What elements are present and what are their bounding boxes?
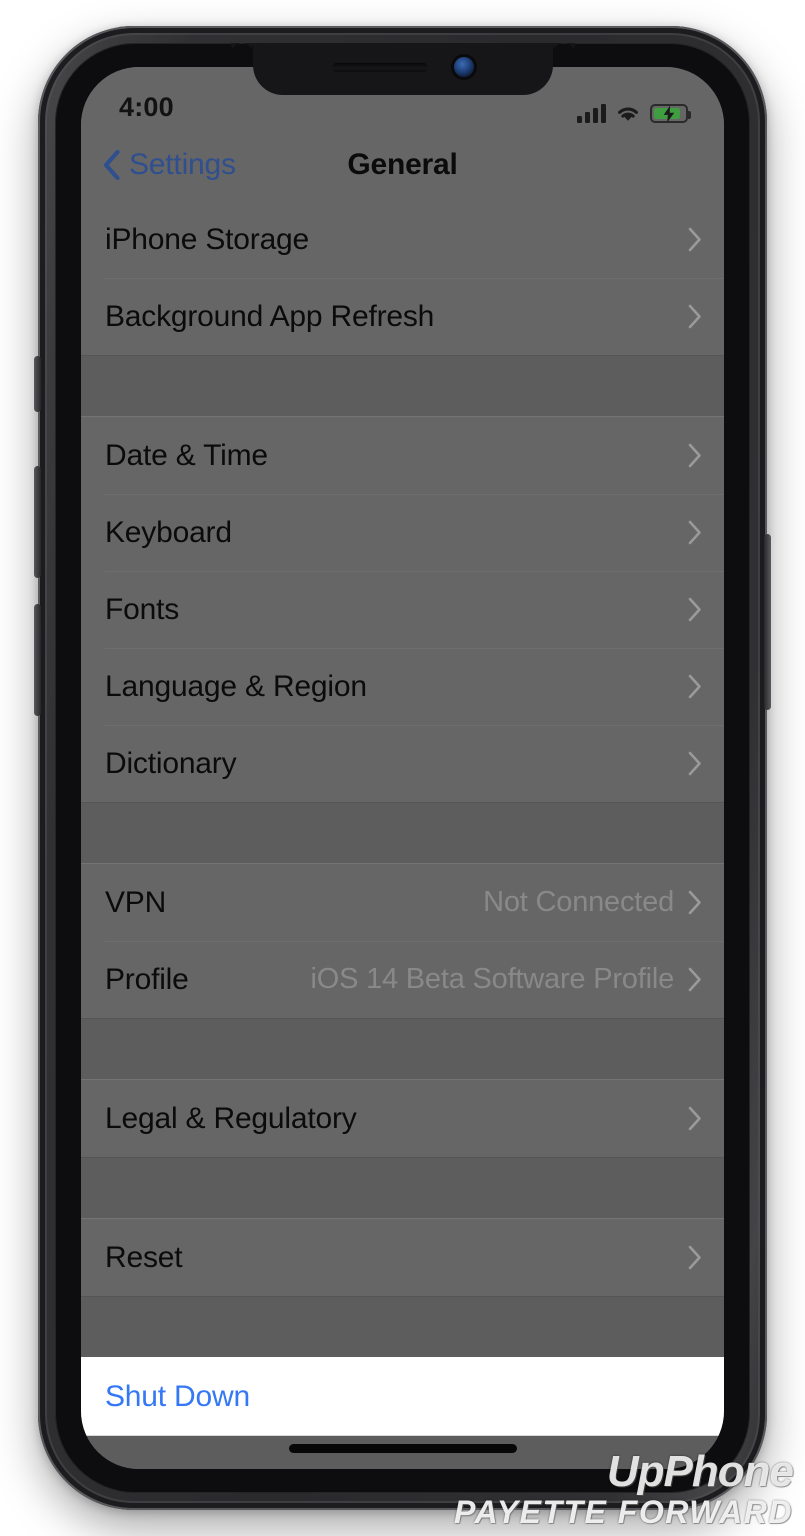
settings-row-label: Language & Region [105, 669, 367, 703]
settings-row-label: Keyboard [105, 515, 232, 549]
chevron-right-icon [688, 967, 702, 992]
chevron-left-icon [103, 150, 120, 180]
settings-group: iPhone Storage Background App Refresh [81, 201, 724, 356]
group-separator [81, 1297, 724, 1357]
settings-group: Legal & Regulatory [81, 1079, 724, 1158]
phone-screen: 4:00 Settings General iPhone Storage Bac… [81, 67, 724, 1469]
settings-row-value: iOS 14 Beta Software Profile [310, 963, 674, 995]
chevron-right-icon [688, 520, 702, 545]
chevron-right-icon [688, 674, 702, 699]
volume-up-button[interactable] [34, 466, 41, 578]
chevron-right-icon [688, 1245, 702, 1270]
settings-list[interactable]: iPhone Storage Background App Refresh Date… [81, 201, 724, 1469]
mute-switch-button[interactable] [34, 356, 41, 412]
volume-down-button[interactable] [34, 604, 41, 716]
device-bezel: 4:00 Settings General iPhone Storage Bac… [55, 43, 750, 1493]
iphone-device-frame: 4:00 Settings General iPhone Storage Bac… [34, 26, 771, 1510]
settings-row-label: Background App Refresh [105, 299, 435, 333]
settings-row[interactable]: Reset [81, 1219, 724, 1296]
cellular-signal-icon [577, 104, 606, 123]
side-power-button[interactable] [764, 534, 771, 710]
settings-row-label: Legal & Regulatory [105, 1101, 357, 1135]
group-separator [81, 356, 724, 416]
settings-row[interactable]: Shut Down [81, 1358, 724, 1435]
settings-group: Shut Down [81, 1357, 724, 1436]
settings-row[interactable]: Fonts [81, 571, 724, 648]
navigation-bar: Settings General [81, 129, 724, 201]
settings-row-label: VPN [105, 885, 167, 919]
settings-row-label: Fonts [105, 592, 180, 626]
settings-group: VPN Not Connected Profile iOS 14 Beta Softw… [81, 863, 724, 1019]
chevron-right-icon [688, 443, 702, 468]
settings-row-label: Shut Down [105, 1379, 250, 1413]
settings-row[interactable]: Background App Refresh [81, 278, 724, 355]
chevron-right-icon [688, 890, 702, 915]
home-indicator[interactable] [288, 1444, 517, 1453]
settings-row-label: Date & Time [105, 438, 268, 472]
chevron-right-icon [688, 1106, 702, 1131]
status-bar-time: 4:00 [119, 92, 174, 122]
wifi-icon [615, 104, 641, 123]
chevron-right-icon [688, 597, 702, 622]
back-button[interactable]: Settings [81, 148, 236, 182]
chevron-right-icon [688, 751, 702, 776]
screenshot-root: 4:00 Settings General iPhone Storage Bac… [0, 0, 805, 1536]
settings-row[interactable]: Date & Time [81, 417, 724, 494]
settings-row[interactable]: VPN Not Connected [81, 864, 724, 941]
group-separator [81, 803, 724, 863]
settings-row-label: Reset [105, 1240, 183, 1274]
front-camera-icon [453, 57, 474, 77]
settings-group: Date & Time Keyboard Fonts Language & Regio… [81, 416, 724, 803]
settings-row-label: Profile [105, 962, 189, 996]
group-separator [81, 1019, 724, 1079]
settings-group: Reset [81, 1218, 724, 1297]
status-bar-indicators [577, 104, 691, 123]
settings-row[interactable]: Profile iOS 14 Beta Software Profile [81, 941, 724, 1018]
settings-row-label: Dictionary [105, 746, 237, 780]
chevron-right-icon [688, 227, 702, 252]
group-separator [81, 1158, 724, 1218]
earpiece-speaker-icon [331, 62, 428, 72]
settings-row[interactable]: iPhone Storage [81, 201, 724, 278]
settings-row[interactable]: Language & Region [81, 648, 724, 725]
back-button-label: Settings [129, 148, 236, 181]
settings-row[interactable]: Dictionary [81, 725, 724, 802]
display-notch [252, 43, 553, 95]
settings-row-value: Not Connected [483, 886, 674, 918]
battery-charging-icon [650, 104, 691, 123]
settings-row[interactable]: Legal & Regulatory [81, 1080, 724, 1157]
settings-row-label: iPhone Storage [105, 222, 310, 256]
chevron-right-icon [688, 304, 702, 329]
settings-row[interactable]: Keyboard [81, 494, 724, 571]
